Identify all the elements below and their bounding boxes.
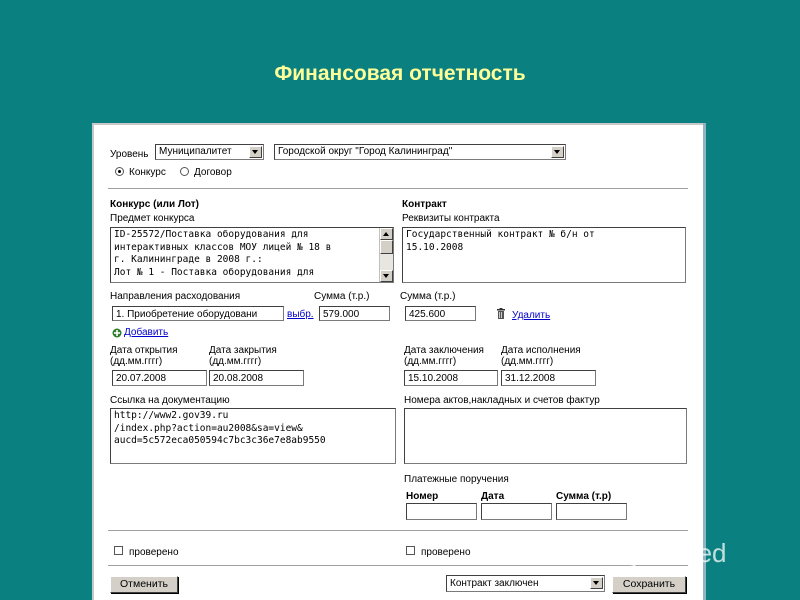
payments-col-date: Дата bbox=[481, 491, 505, 502]
trash-icon[interactable] bbox=[496, 308, 506, 319]
scrollbar[interactable] bbox=[379, 228, 393, 282]
doc-link-label: Ссылка на документацию bbox=[110, 395, 230, 406]
close-date-format: (дд.мм.гггг) bbox=[209, 356, 262, 367]
payments-col-number: Номер bbox=[406, 491, 439, 502]
level-label: Уровень bbox=[110, 149, 149, 160]
verified-label-right: проверено bbox=[421, 547, 471, 558]
watermark-logo: MyShared bbox=[608, 538, 727, 568]
open-date-label: Дата открытия bbox=[110, 345, 178, 356]
contest-subject-textarea[interactable]: ID-25572/Поставка оборудования для интер… bbox=[110, 227, 394, 283]
form-edge bbox=[703, 123, 706, 600]
add-link[interactable]: Добавить bbox=[124, 327, 168, 338]
scroll-thumb[interactable] bbox=[380, 240, 393, 254]
status-select[interactable]: Контракт заключен bbox=[446, 575, 605, 592]
level-select[interactable]: Муниципалитет bbox=[155, 144, 264, 160]
sum-label-1: Сумма (т.р.) bbox=[314, 291, 370, 302]
radio-contest[interactable] bbox=[115, 167, 124, 176]
region-select-value: Городской округ "Город Калининград" bbox=[278, 146, 453, 157]
acts-label: Номера актов,накладных и счетов фактур bbox=[404, 395, 600, 406]
slide-title: Финансовая отчетность bbox=[274, 62, 526, 85]
radio-contract-label: Договор bbox=[194, 167, 232, 178]
chevron-down-icon bbox=[249, 146, 262, 158]
payments-label: Платежные поручения bbox=[404, 474, 509, 485]
verified-checkbox-left[interactable] bbox=[114, 546, 123, 555]
status-select-value: Контракт заключен bbox=[450, 578, 539, 589]
verified-label-left: проверено bbox=[129, 547, 179, 558]
acts-textarea[interactable] bbox=[404, 408, 687, 464]
contract-details-textarea[interactable]: Государственный контракт № б/н от 15.10.… bbox=[402, 227, 686, 283]
chevron-down-icon bbox=[551, 146, 564, 158]
conclusion-date-label: Дата заключения bbox=[404, 345, 484, 356]
conclusion-date-format: (дд.мм.гггг) bbox=[404, 356, 457, 367]
level-select-value: Муниципалитет bbox=[159, 146, 232, 157]
doc-link-textarea[interactable]: http://www2.gov39.ru /index.php?action=a… bbox=[110, 408, 396, 464]
delete-link[interactable]: Удалить bbox=[512, 310, 550, 321]
divider bbox=[108, 565, 688, 566]
divider bbox=[108, 188, 688, 189]
direction-input[interactable]: 1. Приобретение оборудовани bbox=[112, 306, 284, 321]
contest-header: Конкурс (или Лот) bbox=[110, 199, 199, 210]
radio-contract[interactable] bbox=[180, 167, 189, 176]
close-date-label: Дата закрытия bbox=[209, 345, 277, 356]
open-date-input[interactable]: 20.07.2008 bbox=[112, 370, 207, 386]
sum-input-1[interactable]: 579.000 bbox=[319, 306, 390, 321]
payment-sum-input[interactable] bbox=[556, 503, 627, 520]
payment-number-input[interactable] bbox=[406, 503, 477, 520]
contract-details-label: Реквизиты контракта bbox=[402, 213, 500, 224]
scroll-up-icon[interactable] bbox=[380, 228, 393, 240]
verified-checkbox-right[interactable] bbox=[406, 546, 415, 555]
divider bbox=[108, 530, 688, 531]
contest-subject-label: Предмет конкурса bbox=[110, 213, 195, 224]
plus-icon[interactable] bbox=[112, 328, 122, 338]
sum-input-2[interactable]: 425.600 bbox=[405, 306, 476, 321]
execution-date-format: (дд.мм.гггг) bbox=[501, 356, 554, 367]
radio-contest-label: Конкурс bbox=[129, 167, 166, 178]
open-date-format: (дд.мм.гггг) bbox=[110, 356, 163, 367]
execution-date-label: Дата исполнения bbox=[501, 345, 581, 356]
choose-link[interactable]: выбр. bbox=[287, 309, 314, 320]
cancel-button[interactable]: Отменить bbox=[110, 576, 178, 593]
close-date-input[interactable]: 20.08.2008 bbox=[209, 370, 304, 386]
payments-col-sum: Сумма (т.р) bbox=[556, 491, 612, 502]
payment-date-input[interactable] bbox=[481, 503, 552, 520]
sum-label-2: Сумма (т.р.) bbox=[400, 291, 456, 302]
region-select[interactable]: Городской округ "Город Калининград" bbox=[274, 144, 566, 160]
contract-form: Уровень Муниципалитет Городской округ "Г… bbox=[92, 123, 703, 600]
chevron-down-icon bbox=[590, 577, 603, 589]
execution-date-input[interactable]: 31.12.2008 bbox=[501, 370, 596, 386]
direction-label: Направления расходования bbox=[110, 291, 241, 302]
contract-header: Контракт bbox=[402, 199, 447, 210]
scroll-down-icon[interactable] bbox=[380, 270, 393, 282]
conclusion-date-input[interactable]: 15.10.2008 bbox=[404, 370, 498, 386]
save-button[interactable]: Сохранить bbox=[612, 576, 686, 593]
